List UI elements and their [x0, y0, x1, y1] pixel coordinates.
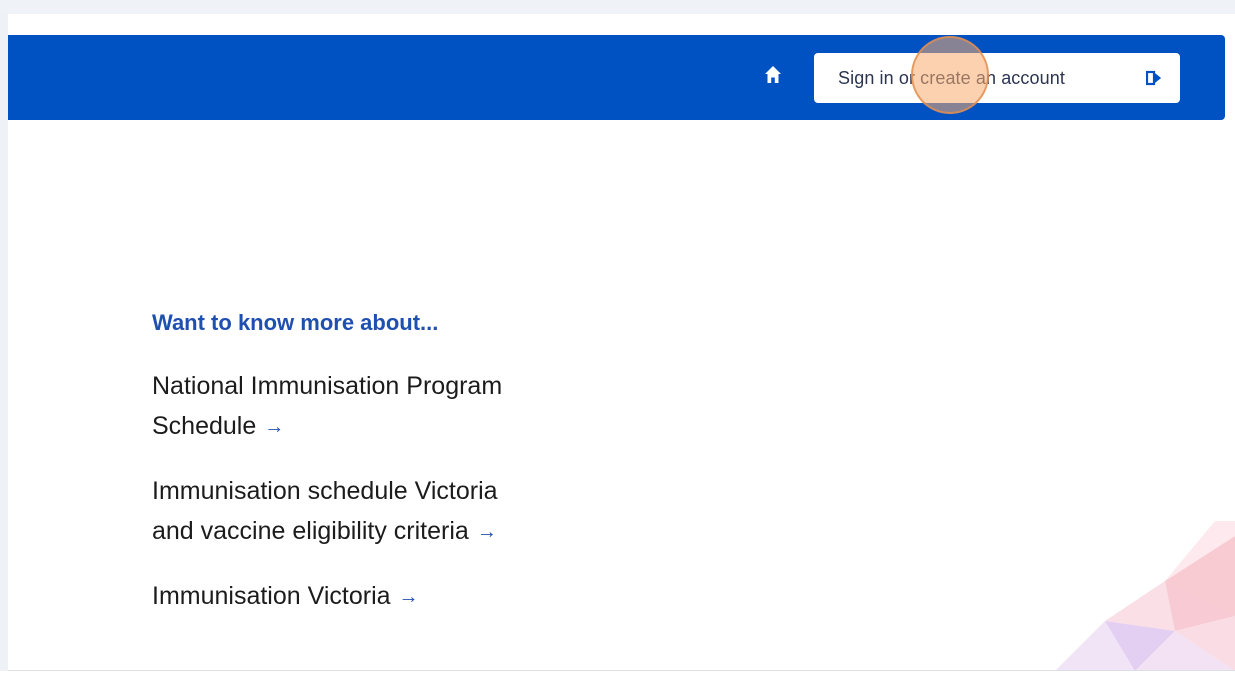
sign-in-label: Sign in or create an account	[838, 67, 1065, 88]
content-area: Sign in or create an account Want to kno…	[8, 14, 1235, 671]
section-heading: Want to know more about...	[152, 310, 439, 335]
link-national-immunisation-program[interactable]: National Immunisation Program Schedule →	[152, 366, 672, 447]
arrow-right-icon: →	[264, 416, 285, 438]
link-text-line: Schedule	[152, 412, 257, 440]
arrow-right-icon: →	[476, 521, 497, 543]
decorative-triangle-pattern	[1055, 521, 1235, 671]
top-strip	[0, 0, 1235, 14]
sign-in-arrow-icon	[1145, 70, 1162, 86]
header-bar: Sign in or create an account	[8, 35, 1225, 120]
link-immunisation-victoria[interactable]: Immunisation Victoria →	[152, 576, 672, 617]
page: Sign in or create an account Want to kno…	[0, 0, 1235, 688]
link-text-line: National Immunisation Program	[152, 372, 503, 400]
arrow-right-icon: →	[398, 586, 419, 608]
bottom-strip	[0, 671, 1235, 688]
link-text-line: and vaccine eligibility criteria	[152, 517, 469, 545]
home-icon[interactable]	[764, 65, 782, 85]
link-immunisation-schedule-victoria[interactable]: Immunisation schedule Victoria and vacci…	[152, 471, 672, 552]
sign-in-button[interactable]: Sign in or create an account	[814, 53, 1180, 103]
link-text-line: Immunisation schedule Victoria	[152, 477, 498, 505]
more-info-section: Want to know more about... National Immu…	[152, 310, 672, 641]
link-text-line: Immunisation Victoria	[152, 582, 391, 610]
